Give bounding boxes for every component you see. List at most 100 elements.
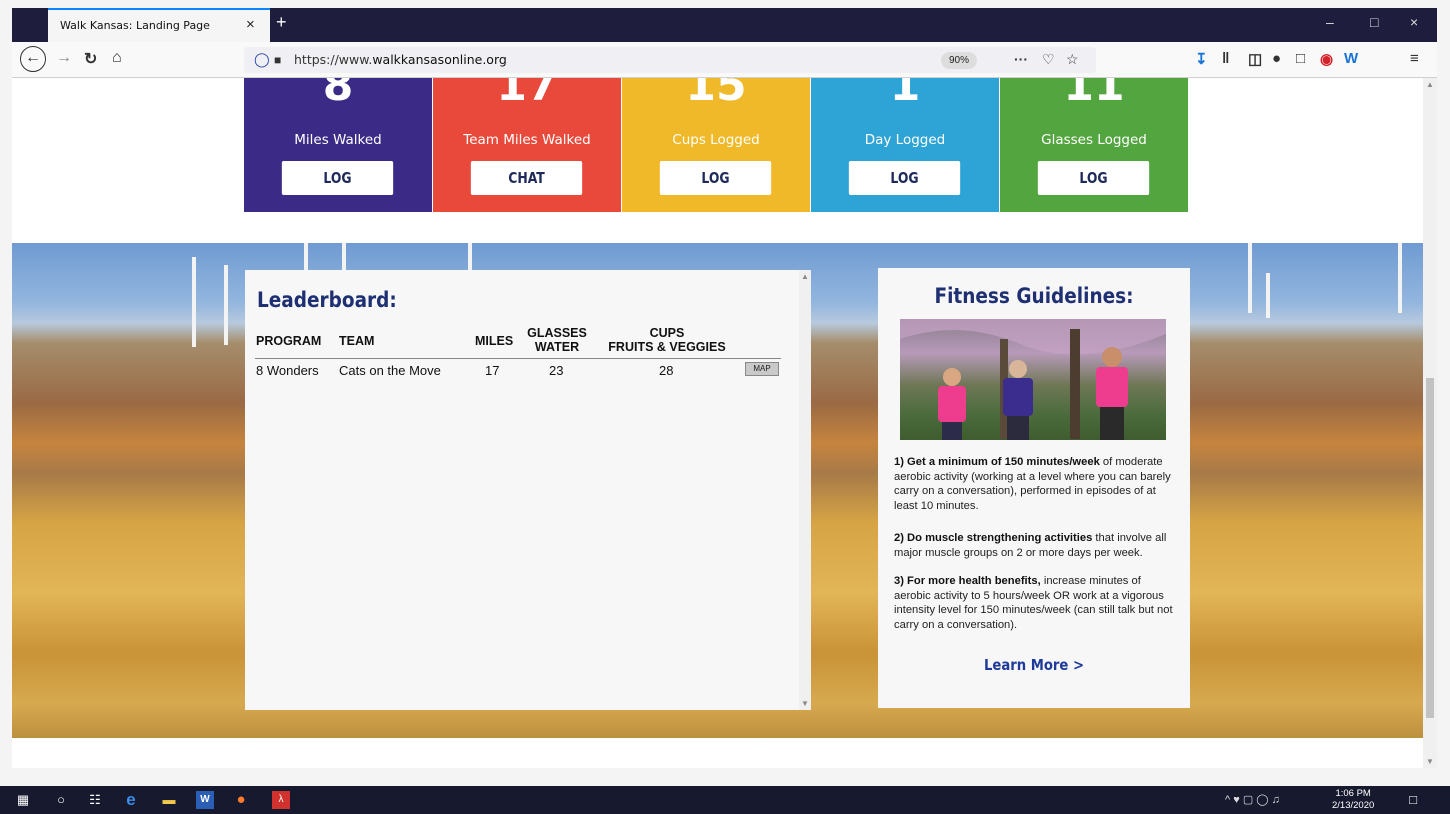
task-view-icon[interactable]: ☷ — [86, 791, 104, 809]
tile-label: Team Miles Walked — [463, 132, 591, 148]
header-line: CUPS — [649, 326, 685, 340]
guideline-emphasis: 2) Do muscle strengthening activities — [894, 532, 1093, 544]
map-button[interactable]: MAP — [745, 362, 779, 376]
tile-glasses-logged: 11 Glasses Logged LOG — [1000, 78, 1188, 212]
maximize-button[interactable]: □ — [1370, 14, 1378, 30]
pocket-icon[interactable]: ♡ — [1042, 51, 1055, 68]
column-header-glasses: GLASSES WATER — [525, 326, 589, 354]
scrollbar-thumb[interactable] — [1426, 378, 1434, 718]
page-footer-area — [12, 738, 1423, 768]
tile-label: Cups Logged — [672, 132, 760, 148]
word-extension-icon[interactable]: W — [1344, 50, 1358, 67]
search-icon[interactable]: ○ — [52, 791, 70, 809]
file-explorer-icon[interactable]: ▬ — [160, 791, 178, 809]
tab-title: Walk Kansas: Landing Page — [60, 19, 210, 32]
team-chat-button[interactable]: CHAT — [470, 161, 583, 195]
cell-glasses: 23 — [549, 363, 564, 378]
turbine-icon — [1266, 273, 1270, 318]
reload-icon[interactable]: ↻ — [84, 49, 97, 69]
guideline-2: 2) Do muscle strengthening activities th… — [894, 531, 1176, 560]
leaderboard-scrollbar[interactable]: ▲ ▼ — [799, 270, 811, 710]
turbine-icon — [1398, 243, 1402, 313]
cell-cups: 28 — [659, 363, 674, 378]
learn-more-link[interactable]: Learn More > — [897, 656, 1172, 674]
header-line: WATER — [534, 340, 580, 354]
tile-day-logged: 1 Day Logged LOG — [811, 78, 999, 212]
guideline-3: 3) For more health benefits, increase mi… — [894, 574, 1176, 632]
log-miles-button[interactable]: LOG — [281, 161, 394, 195]
column-header-cups: CUPS FRUITS & VEGGIES — [605, 326, 729, 354]
zoom-badge[interactable]: 90% — [941, 52, 977, 69]
pinterest-icon[interactable]: ◉ — [1320, 50, 1333, 68]
walkers-photo — [900, 319, 1166, 440]
tile-label: Miles Walked — [294, 132, 382, 148]
turbine-icon — [224, 265, 228, 345]
column-header-team: TEAM — [339, 334, 375, 348]
scroll-up-icon[interactable]: ▲ — [1426, 80, 1434, 89]
account-icon[interactable]: ● — [1272, 50, 1281, 67]
forward-button[interactable]: → — [56, 49, 72, 67]
reader-icon[interactable]: □ — [1296, 50, 1305, 67]
menu-icon[interactable]: ≡ — [1410, 50, 1419, 67]
column-header-program: PROGRAM — [256, 334, 322, 348]
tile-number: 15 — [685, 78, 747, 111]
lock-icon[interactable]: ■ — [274, 53, 281, 67]
tab-strip: Walk Kansas: Landing Page × + – □ × — [12, 8, 1437, 42]
header-line: GLASSES — [527, 326, 587, 340]
scroll-down-icon[interactable]: ▼ — [1426, 757, 1434, 766]
new-tab-button[interactable]: + — [276, 12, 287, 33]
tile-number: 17 — [496, 78, 558, 111]
scroll-down-icon[interactable]: ▼ — [801, 699, 809, 708]
back-button[interactable]: ← — [20, 46, 46, 72]
home-icon[interactable]: ⌂ — [112, 49, 122, 67]
edge-icon[interactable]: e — [122, 791, 140, 809]
guideline-emphasis: 3) For more health benefits, — [894, 575, 1041, 587]
browser-tab[interactable]: Walk Kansas: Landing Page × — [48, 8, 270, 42]
cell-team: Cats on the Move — [339, 363, 441, 378]
tab-close-icon[interactable]: × — [246, 16, 255, 33]
header-line: FRUITS & VEGGIES — [608, 340, 726, 354]
url-bar[interactable]: ◯ ■ https://www.walkkansasonline.org 90%… — [244, 47, 1096, 73]
log-cups-button[interactable]: LOG — [659, 161, 772, 195]
firefox-icon[interactable]: ● — [232, 791, 250, 809]
windows-taskbar: ▦ ○ ☷ e ▬ W ● λ ^ ♥ ▢ ◯ ♫ 1:06 PM 2/13/2… — [0, 786, 1450, 814]
turbine-icon — [1248, 243, 1252, 313]
clock-time: 1:06 PM — [1335, 788, 1371, 799]
tile-miles-walked: 8 Miles Walked LOG — [244, 78, 432, 212]
bookmark-star-icon[interactable]: ☆ — [1066, 51, 1079, 68]
clock-date: 2/13/2020 — [1332, 800, 1375, 811]
tile-label: Glasses Logged — [1041, 132, 1147, 148]
page-scrollbar[interactable]: ▲ ▼ — [1423, 78, 1437, 768]
header-divider — [255, 358, 781, 359]
sidebar-icon[interactable]: ◫ — [1248, 50, 1262, 68]
acrobat-icon[interactable]: λ — [272, 791, 290, 809]
tile-label: Day Logged — [864, 132, 946, 148]
screen: Walk Kansas: Landing Page × + – □ × ← → … — [0, 0, 1450, 814]
word-icon[interactable]: W — [196, 791, 214, 809]
minimize-button[interactable]: – — [1326, 14, 1334, 30]
tile-team-miles: 17 Team Miles Walked CHAT — [433, 78, 621, 212]
system-tray[interactable]: ^ ♥ ▢ ◯ ♫ — [1225, 793, 1280, 806]
tray-expand-icon[interactable]: ^ — [1225, 794, 1230, 806]
fitness-guidelines-panel: Fitness Guidelines: 1) Get a minimum of … — [878, 268, 1190, 708]
shield-icon[interactable]: ◯ — [254, 51, 270, 68]
tile-number: 11 — [1063, 78, 1125, 111]
stat-tiles: 8 Miles Walked LOG 17 Team Miles Walked … — [244, 78, 1188, 212]
guideline-emphasis: 1) Get a minimum of 150 minutes/week — [894, 456, 1100, 468]
start-icon[interactable]: ▦ — [14, 791, 32, 809]
log-day-button[interactable]: LOG — [848, 161, 961, 195]
page-actions-menu[interactable]: ··· — [1014, 51, 1028, 67]
notification-icon[interactable]: □ — [1404, 791, 1422, 809]
leaderboard-title: Leaderboard: — [257, 288, 397, 312]
close-window-button[interactable]: × — [1410, 14, 1418, 30]
cell-program: 8 Wonders — [256, 363, 319, 378]
download-icon[interactable]: ↧ — [1195, 50, 1208, 68]
column-header-miles: MILES — [475, 334, 514, 348]
taskbar-clock[interactable]: 1:06 PM 2/13/2020 — [1332, 788, 1374, 812]
page-viewport: 8 Miles Walked LOG 17 Team Miles Walked … — [12, 78, 1423, 738]
url-text: https://www.walkkansasonline.org — [294, 52, 507, 67]
tile-cups-logged: 15 Cups Logged LOG — [622, 78, 810, 212]
log-glasses-button[interactable]: LOG — [1037, 161, 1150, 195]
library-icon[interactable]: ‖ — [1222, 50, 1229, 67]
scroll-up-icon[interactable]: ▲ — [801, 272, 809, 281]
